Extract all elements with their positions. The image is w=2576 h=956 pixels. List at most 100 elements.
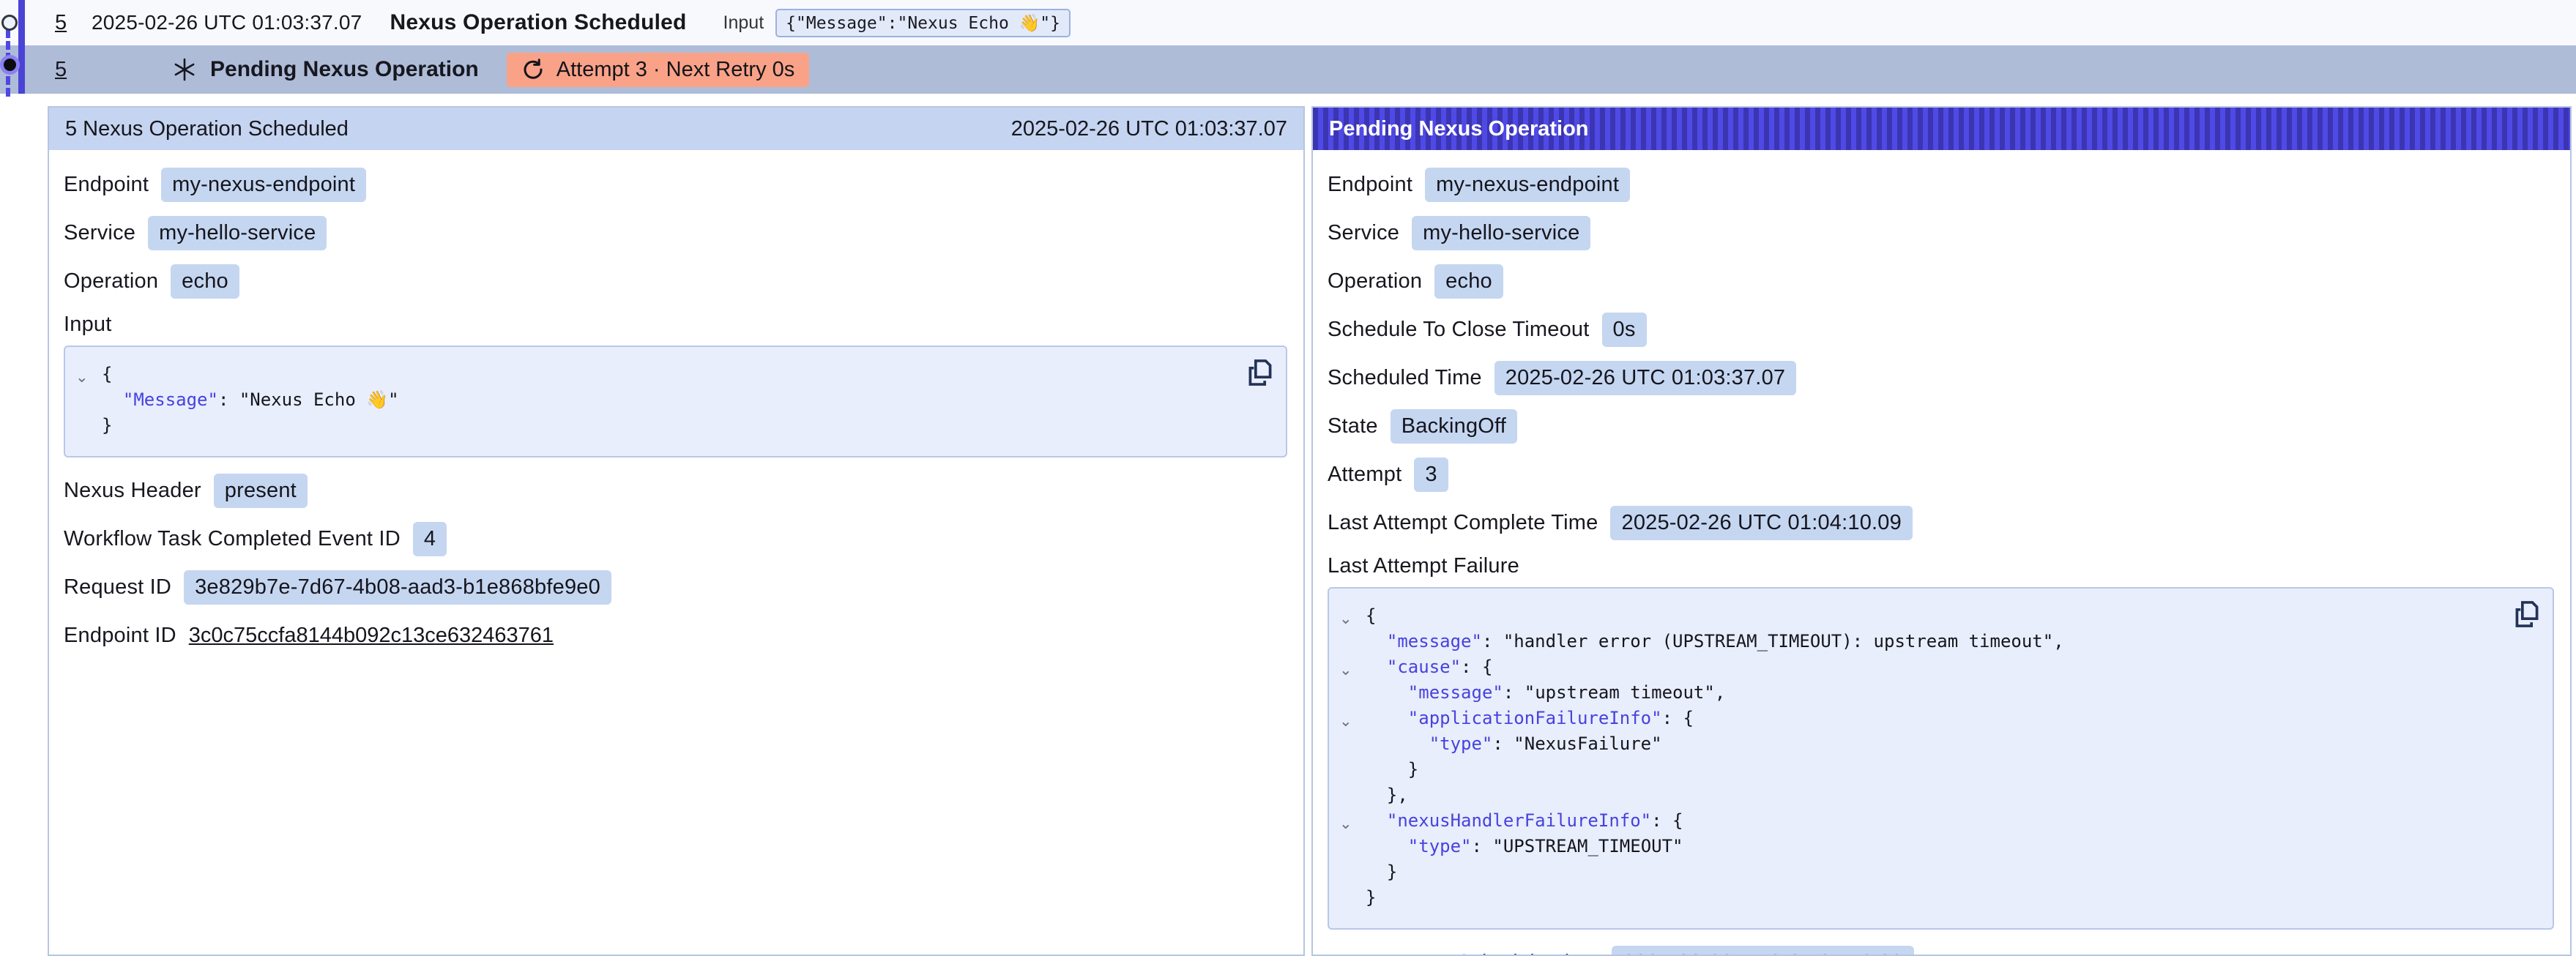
json-code-block: ⌄{"message": "handler error (UPSTREAM_TI… <box>1328 587 2554 930</box>
field-endpoint: Endpoint my-nexus-endpoint <box>64 168 1287 202</box>
field-label: Endpoint <box>1328 173 1412 197</box>
pending-operation-fields: Endpoint my-nexus-endpoint Servicemy-hello… <box>1313 150 2570 956</box>
copy-button[interactable] <box>2513 599 2541 630</box>
collapse-toggle-icon[interactable]: ⌄ <box>1339 606 1366 632</box>
field-operation: Operationecho <box>1328 264 2554 299</box>
field-label: Nexus Header <box>64 479 201 503</box>
field-label: Last Attempt Complete Time <box>1328 511 1598 535</box>
json-code-line: "message": "handler error (UPSTREAM_TIME… <box>1339 629 2494 654</box>
field-value-badge: my-hello-service <box>1412 216 1590 250</box>
gutter-spacer <box>75 390 102 416</box>
field-label: Service <box>64 221 135 245</box>
event-id-link[interactable]: 5 <box>55 11 74 35</box>
field-nexus-header: Nexus Header present <box>64 474 1287 508</box>
copy-button[interactable] <box>1246 357 1274 388</box>
field-label: Scheduled Time <box>1328 366 1482 390</box>
event-input-label: Input <box>723 12 764 34</box>
field-last-attempt-complete-time: Last Attempt Complete Time 2025-02-26 UTC… <box>1328 506 2554 540</box>
gutter-spacer <box>1339 632 1366 657</box>
json-code-line: ⌄"applicationFailureInfo": { <box>1339 706 2494 731</box>
json-code-block: ⌄{"Message": "Nexus Echo 👋"} <box>64 346 1287 458</box>
gutter-spacer <box>1339 862 1366 888</box>
field-label: Schedule To Close Timeout <box>1328 318 1590 342</box>
field-label: Operation <box>64 269 158 294</box>
field-label: Attempt <box>1328 463 1401 487</box>
field-operation: Operation echo <box>64 264 1287 299</box>
retry-badge-text: Attempt 3 · Next Retry 0s <box>556 58 795 82</box>
field-value-badge: my-nexus-endpoint <box>161 168 366 202</box>
copy-icon <box>2513 599 2541 630</box>
json-code-line: "type": "NexusFailure" <box>1339 731 2494 757</box>
event-detail-panels: 5 Nexus Operation Scheduled 2025-02-26 U… <box>48 106 2572 956</box>
pending-operation-header-title: Pending Nexus Operation <box>1329 117 1589 141</box>
event-detail-header-title: 5 Nexus Operation Scheduled <box>65 117 349 141</box>
gutter-spacer <box>75 416 102 441</box>
collapse-toggle-icon[interactable]: ⌄ <box>1339 657 1366 683</box>
field-value-badge: 3e829b7e-7d67-4b08-aad3-b1e868bfe9e0 <box>184 570 611 605</box>
field-value-badge: 2025-02-26 UTC 01:04:10.09 <box>1610 506 1912 540</box>
event-detail-header-timestamp: 2025-02-26 UTC 01:03:37.07 <box>1011 117 1287 141</box>
event-detail-fields: Endpoint my-nexus-endpoint Service my-hello… <box>49 150 1303 652</box>
field-schedule-to-close-timeout: Schedule To Close Timeout 0s <box>1328 313 2554 347</box>
json-code-line: ⌄"nexusHandlerFailureInfo": { <box>1339 808 2494 834</box>
event-title: Nexus Operation Scheduled <box>390 10 686 35</box>
json-code-line: ⌄"cause": { <box>1339 654 2494 680</box>
json-code-line: ⌄{ <box>1339 603 2494 629</box>
field-label: Next Attempt Schedule Time <box>1328 951 1599 956</box>
retry-status-badge: Attempt 3 · Next Retry 0s <box>507 53 810 87</box>
field-label: Workflow Task Completed Event ID <box>64 527 401 551</box>
field-workflow-task-completed-event-id: Workflow Task Completed Event ID 4 <box>64 522 1287 556</box>
field-value-badge: 0s <box>1602 313 1647 347</box>
field-endpoint: Endpoint my-nexus-endpoint <box>1328 168 2554 202</box>
timeline-active-bar <box>18 0 25 94</box>
collapse-toggle-icon[interactable]: ⌄ <box>1339 811 1366 837</box>
gutter-spacer <box>1339 837 1366 862</box>
collapse-toggle-icon[interactable]: ⌄ <box>1339 709 1366 734</box>
timeline-pending-marker-icon <box>4 59 16 71</box>
field-value-badge: echo <box>171 264 239 299</box>
pending-nexus-operation-row[interactable]: 5 Pending Nexus Operation Attempt 3 · Ne… <box>0 45 2576 94</box>
circular-arrow-retry-icon <box>521 58 545 81</box>
json-code-line: } <box>1339 859 2494 885</box>
json-code-line: } <box>75 413 1227 438</box>
field-next-attempt-schedule-time: Next Attempt Schedule Time2025-02-26 UTC… <box>1328 946 2554 956</box>
json-code-line: } <box>1339 885 2494 911</box>
json-code-line: "message": "upstream timeout", <box>1339 680 2494 706</box>
field-attempt: Attempt 3 <box>1328 458 2554 492</box>
json-code-line: ⌄{ <box>75 362 1227 387</box>
field-last-attempt-failure: Last Attempt Failure ⌄{"message": "handle… <box>1328 554 2554 930</box>
field-value-badge: present <box>214 474 308 508</box>
field-state: State BackingOff <box>1328 409 2554 444</box>
json-code-line: "type": "UPSTREAM_TIMEOUT" <box>1339 834 2494 859</box>
gutter-spacer <box>1339 760 1366 785</box>
asterisk-spinner-icon <box>172 57 197 82</box>
field-label: Input <box>64 313 1287 337</box>
field-label: Operation <box>1328 269 1422 294</box>
field-endpoint-id: Endpoint ID3c0c75ccfa8144b092c13ce632463… <box>64 619 1287 652</box>
field-value-badge: 3 <box>1414 458 1448 492</box>
field-request-id: Request ID 3e829b7e-7d67-4b08-aad3-b1e868… <box>64 570 1287 605</box>
gutter-spacer <box>1339 683 1366 709</box>
field-value-badge: my-hello-service <box>148 216 327 250</box>
collapse-toggle-icon[interactable]: ⌄ <box>75 365 102 390</box>
gutter-spacer <box>1339 888 1366 914</box>
field-input: Input ⌄{"Message": "Nexus Echo 👋"} <box>64 313 1287 458</box>
field-scheduled-time: Scheduled Time2025-02-26 UTC 01:03:37.07 <box>1328 361 2554 395</box>
field-label: Request ID <box>64 575 171 600</box>
field-service: Service my-hello-service <box>64 216 1287 250</box>
field-value-badge: my-nexus-endpoint <box>1425 168 1630 202</box>
gutter-spacer <box>1339 785 1366 811</box>
pending-id-link[interactable]: 5 <box>55 58 74 82</box>
field-service: Servicemy-hello-service <box>1328 216 2554 250</box>
field-value-link[interactable]: 3c0c75ccfa8144b092c13ce632463761 <box>189 624 554 648</box>
timeline-event-marker-icon <box>1 15 18 31</box>
json-code-line: "Message": "Nexus Echo 👋" <box>75 387 1227 413</box>
event-input-chip: {"Message":"Nexus Echo 👋"} <box>775 9 1071 37</box>
field-value-badge: 4 <box>413 522 447 556</box>
field-label: Last Attempt Failure <box>1328 554 2554 578</box>
event-row-nexus-operation-scheduled[interactable]: 5 2025-02-26 UTC 01:03:37.07 Nexus Opera… <box>0 0 2576 45</box>
field-label: Endpoint <box>64 173 149 197</box>
field-value-badge: BackingOff <box>1391 409 1517 444</box>
event-detail-card: 5 Nexus Operation Scheduled 2025-02-26 U… <box>48 106 1305 956</box>
field-label: State <box>1328 414 1378 438</box>
